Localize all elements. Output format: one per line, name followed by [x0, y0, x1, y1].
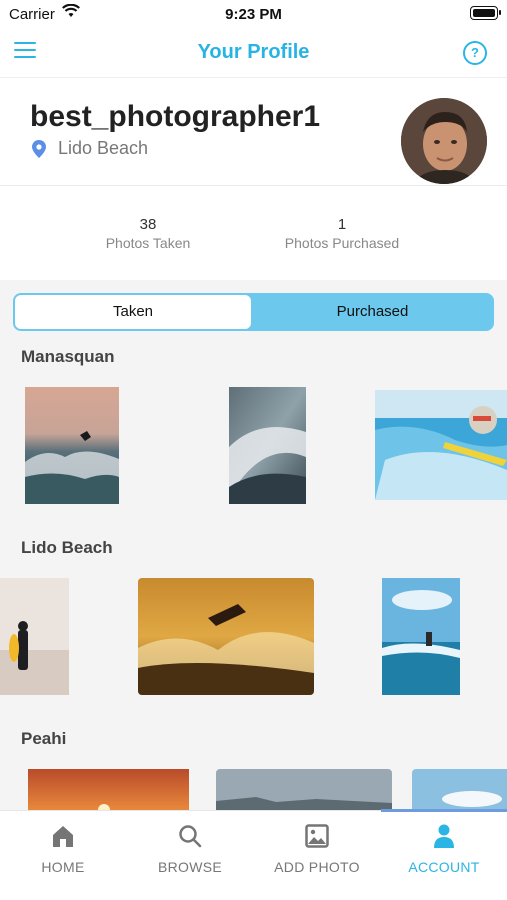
photos-segmented-control: Taken Purchased — [13, 293, 494, 331]
tab-label: HOME — [41, 859, 85, 875]
photo-thumbnail[interactable] — [138, 578, 314, 695]
search-icon — [127, 821, 253, 851]
stat-value: 38 — [139, 216, 157, 233]
username: best_photographer1 — [30, 100, 321, 133]
tab-bar: HOME BROWSE ADD PHOTO ACCOUNT — [0, 809, 507, 900]
tab-home[interactable]: HOME — [0, 821, 126, 875]
photo-thumbnail[interactable] — [216, 769, 392, 810]
photo-thumbnail[interactable] — [382, 578, 460, 695]
nav-bar: Your Profile ? — [0, 28, 507, 78]
stat-value: 1 — [337, 216, 347, 233]
photo-thumbnail[interactable] — [375, 390, 507, 500]
tab-label: ACCOUNT — [408, 859, 480, 875]
tab-account[interactable]: ACCOUNT — [381, 821, 507, 875]
tab-label: ADD PHOTO — [274, 859, 360, 875]
image-icon — [254, 821, 380, 851]
photo-thumbnail[interactable] — [412, 769, 507, 810]
status-bar: Carrier 9:23 PM — [0, 0, 507, 28]
stat-photos-purchased: 1 Photos Purchased — [268, 216, 416, 251]
location: Lido Beach — [32, 138, 148, 159]
stat-photos-taken: 38 Photos Taken — [88, 216, 208, 251]
section-title-manasquan: Manasquan — [21, 347, 115, 366]
profile-header: best_photographer1 Lido Beach — [0, 78, 507, 186]
location-pin-icon — [32, 139, 46, 158]
photo-thumbnail[interactable] — [28, 769, 189, 810]
user-icon — [381, 821, 507, 851]
clock: 9:23 PM — [225, 6, 282, 23]
section-title-peahi: Peahi — [21, 729, 67, 748]
photo-thumbnail[interactable] — [0, 578, 69, 695]
segment-taken[interactable]: Taken — [15, 295, 251, 329]
page-title: Your Profile — [197, 41, 310, 63]
tab-label: BROWSE — [157, 859, 223, 875]
tab-add-photo[interactable]: ADD PHOTO — [254, 821, 380, 875]
stat-label: Photos Taken — [105, 235, 191, 251]
section-title-lido-beach: Lido Beach — [21, 538, 113, 557]
active-tab-indicator — [381, 809, 507, 812]
stats-panel: 38 Photos Taken 1 Photos Purchased — [0, 186, 507, 280]
segment-purchased[interactable]: Purchased — [253, 295, 492, 329]
tab-browse[interactable]: BROWSE — [127, 821, 253, 875]
location-label: Lido Beach — [58, 138, 149, 158]
home-icon — [0, 821, 126, 851]
help-circle-icon[interactable]: ? — [463, 41, 487, 65]
stat-label: Photos Purchased — [284, 235, 400, 251]
photo-thumbnail[interactable] — [229, 387, 306, 504]
battery-icon — [470, 6, 501, 20]
avatar[interactable] — [401, 98, 487, 184]
photo-thumbnail[interactable] — [25, 387, 119, 504]
